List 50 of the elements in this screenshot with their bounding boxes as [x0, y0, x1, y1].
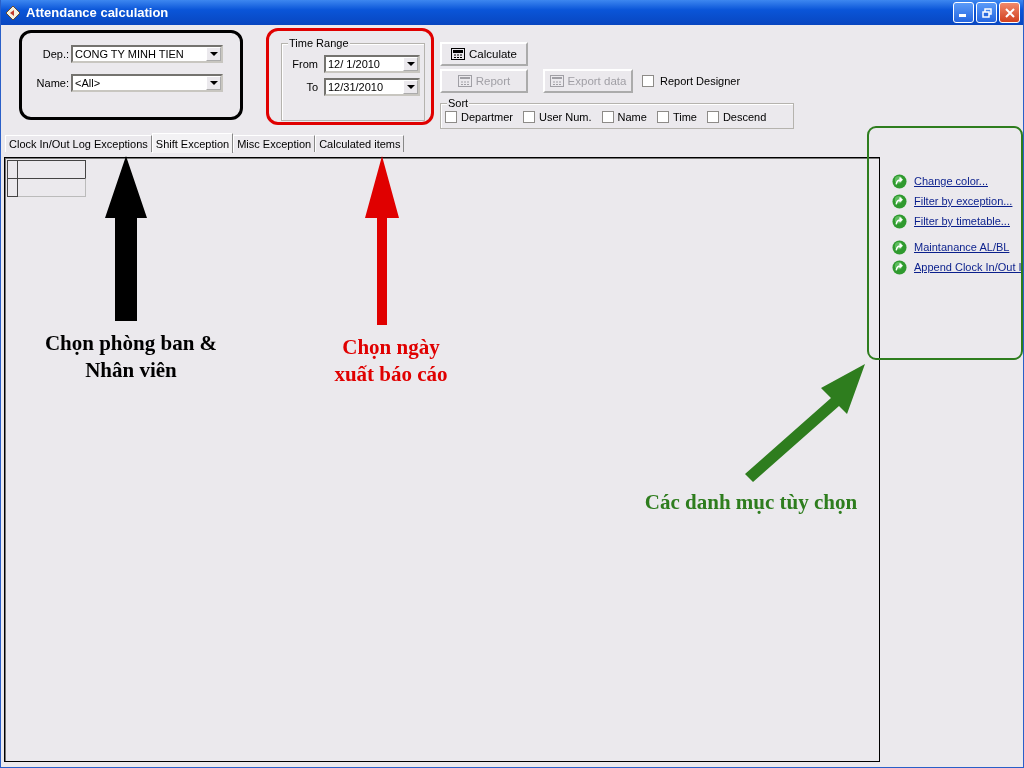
- report-designer-label: Report Designer: [660, 75, 741, 87]
- caret-icon: [209, 52, 218, 56]
- app-icon: [5, 4, 21, 21]
- name-label: Name:: [36, 77, 69, 89]
- sort-checkbox[interactable]: [445, 111, 457, 123]
- calculator-icon: [549, 75, 564, 87]
- sort-checkbox[interactable]: [601, 111, 614, 123]
- tab[interactable]: Clock In/Out Log Exceptions: [5, 135, 152, 152]
- option-link[interactable]: Filter by exception...: [914, 195, 1013, 207]
- close-icon: [1004, 7, 1015, 18]
- annotation-caption: Chọn phòng ban & Nhân viên: [43, 330, 219, 385]
- department-label: Dep.:: [42, 48, 69, 60]
- option-link[interactable]: Append Clock In/Out I: [914, 261, 1022, 273]
- close-button[interactable]: [999, 2, 1020, 23]
- option-link[interactable]: Maintanance AL/BL: [914, 241, 1010, 253]
- window-title: Attendance calculation: [26, 5, 170, 20]
- group-title: Time Range: [288, 37, 350, 49]
- option-link[interactable]: Filter by timetable...: [914, 215, 1010, 227]
- caret-icon: [406, 62, 415, 66]
- sort-checkbox[interactable]: [522, 111, 535, 123]
- tab[interactable]: Calculated items: [315, 135, 405, 152]
- annotation-caption: Các danh mục tùy chọn: [643, 489, 859, 516]
- from-date-picker[interactable]: 12/ 1/2010: [324, 55, 420, 73]
- annotation-caption: Chọn ngày xuất báo cáo: [333, 334, 449, 389]
- sort-option-label: Name: [617, 111, 647, 123]
- group-title: Sort: [447, 97, 470, 109]
- sort-option-label: User Num.: [538, 111, 592, 123]
- to-date-picker[interactable]: 12/31/2010: [324, 78, 420, 96]
- calculate-button[interactable]: Calculate: [440, 42, 528, 66]
- to-label: To: [306, 81, 318, 93]
- option-link[interactable]: Change color...: [914, 175, 988, 187]
- sort-option-label: Time: [672, 111, 697, 123]
- calculator-icon: [457, 75, 472, 87]
- tab[interactable]: Shift Exception: [151, 133, 234, 153]
- department-dropdown[interactable]: CONG TY MINH TIEN: [71, 45, 223, 63]
- sort-option-label: Departmer: [461, 111, 513, 123]
- from-label: From: [292, 58, 318, 70]
- tab[interactable]: Misc Exception: [233, 135, 316, 152]
- sort-checkbox[interactable]: [656, 111, 669, 123]
- caret-icon: [209, 81, 218, 85]
- name-dropdown[interactable]: <All>: [71, 74, 223, 92]
- restore-button[interactable]: [976, 2, 997, 23]
- restore-icon: [981, 7, 992, 18]
- report-designer-checkbox[interactable]: [642, 75, 654, 87]
- caret-icon: [406, 85, 415, 89]
- sort-checkbox[interactable]: [706, 111, 719, 123]
- minimize-button[interactable]: [953, 2, 974, 23]
- calculator-icon: [451, 48, 465, 60]
- sort-option-label: Descend: [722, 111, 767, 123]
- minimize-icon: [959, 14, 966, 17]
